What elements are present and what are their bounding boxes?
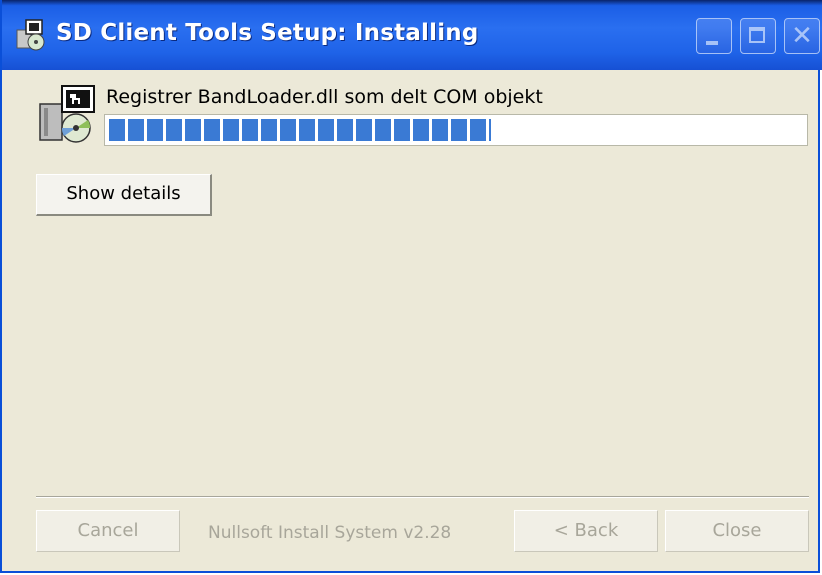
footer-separator: [36, 496, 809, 498]
install-status-text: Registrer BandLoader.dll som delt COM ob…: [106, 86, 543, 108]
installer-window: SD Client Tools Setup: Installing ✕ Regi…: [0, 0, 822, 573]
close-icon: ✕: [791, 21, 813, 51]
branding-text: Nullsoft Install System v2.28: [208, 523, 452, 543]
setup-package-icon: [36, 82, 100, 146]
window-title: SD Client Tools Setup: Installing: [56, 20, 479, 46]
installer-icon: [14, 18, 48, 52]
install-progress-bar: [104, 114, 808, 146]
close-button[interactable]: Close: [665, 510, 809, 552]
minimize-button[interactable]: [696, 18, 732, 54]
title-bar[interactable]: SD Client Tools Setup: Installing ✕: [2, 0, 822, 70]
close-window-button[interactable]: ✕: [784, 18, 820, 54]
cancel-button[interactable]: Cancel: [36, 510, 180, 552]
installer-content: Registrer BandLoader.dll som delt COM ob…: [2, 70, 820, 571]
back-button[interactable]: < Back: [514, 510, 658, 552]
show-details-button[interactable]: Show details: [36, 174, 212, 216]
maximize-button[interactable]: [740, 18, 776, 54]
progress-bar-fill: [109, 119, 491, 141]
